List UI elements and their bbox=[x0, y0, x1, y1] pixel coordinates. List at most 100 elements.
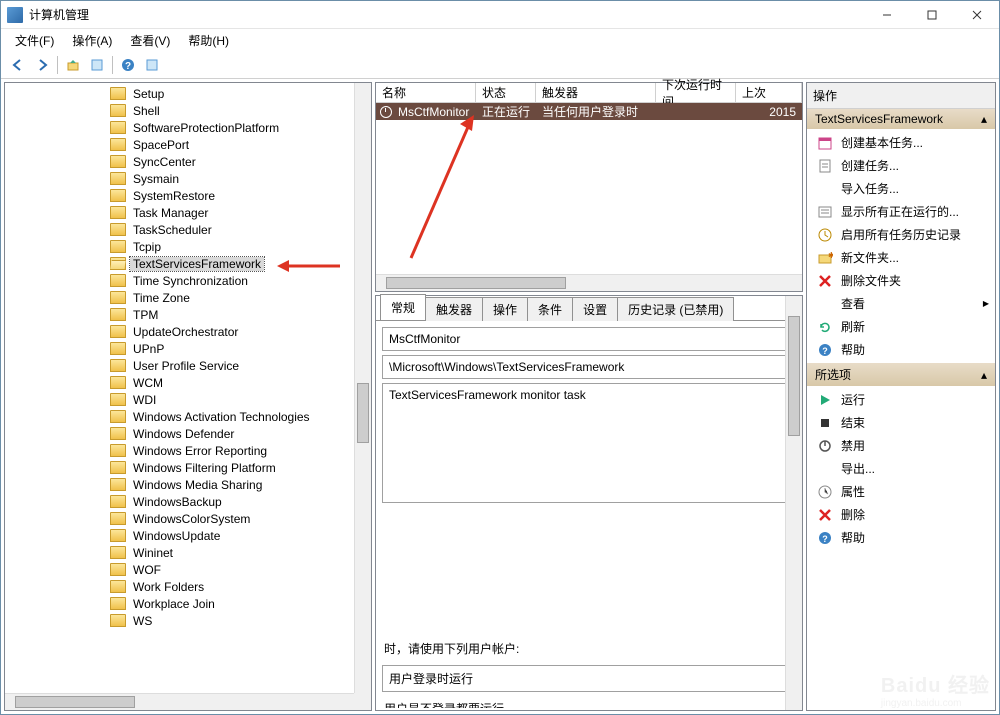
tree-item[interactable]: WCM bbox=[5, 374, 371, 391]
tree-label: WS bbox=[130, 614, 155, 628]
maximize-button[interactable] bbox=[909, 1, 954, 29]
menu-help[interactable]: 帮助(H) bbox=[180, 30, 237, 51]
action-item[interactable]: 启用所有任务历史记录 bbox=[807, 223, 995, 246]
tree-item[interactable]: Sysmain bbox=[5, 170, 371, 187]
tree-item[interactable]: Work Folders bbox=[5, 578, 371, 595]
back-button[interactable] bbox=[7, 54, 29, 76]
folder-icon bbox=[110, 478, 126, 491]
tree-item[interactable]: TaskScheduler bbox=[5, 221, 371, 238]
action-item[interactable]: 删除文件夹 bbox=[807, 269, 995, 292]
action-item[interactable]: 结束 bbox=[807, 411, 995, 434]
action-item[interactable]: 导入任务... bbox=[807, 177, 995, 200]
detail-scroll-v[interactable] bbox=[785, 296, 802, 710]
tree-label: Workplace Join bbox=[130, 597, 218, 611]
props-icon bbox=[817, 484, 833, 500]
tree-label: Wininet bbox=[130, 546, 176, 560]
menu-file[interactable]: 文件(F) bbox=[7, 30, 62, 51]
tree-item[interactable]: UPnP bbox=[5, 340, 371, 357]
menu-action[interactable]: 操作(A) bbox=[64, 30, 120, 51]
col-name[interactable]: 名称 bbox=[376, 83, 476, 102]
tree-item[interactable]: Tcpip bbox=[5, 238, 371, 255]
tree-item[interactable]: Workplace Join bbox=[5, 595, 371, 612]
action-label: 新文件夹... bbox=[841, 249, 899, 266]
tree-item[interactable]: Wininet bbox=[5, 544, 371, 561]
col-next[interactable]: 下次运行时间 bbox=[656, 83, 736, 102]
action-item[interactable]: 删除 bbox=[807, 503, 995, 526]
minimize-button[interactable] bbox=[864, 1, 909, 29]
action-section-2[interactable]: 所选项 ▴ bbox=[807, 363, 995, 386]
close-button[interactable] bbox=[954, 1, 999, 29]
tree-item[interactable]: User Profile Service bbox=[5, 357, 371, 374]
tree-label: SpacePort bbox=[130, 138, 192, 152]
tree-item[interactable]: TextServicesFramework bbox=[5, 255, 371, 272]
action-item[interactable]: 属性 bbox=[807, 480, 995, 503]
tree-item[interactable]: Task Manager bbox=[5, 204, 371, 221]
tab-conditions[interactable]: 条件 bbox=[527, 297, 573, 321]
action-item[interactable]: 运行 bbox=[807, 388, 995, 411]
svg-text:✱: ✱ bbox=[828, 251, 833, 260]
tree-item[interactable]: WOF bbox=[5, 561, 371, 578]
tab-triggers[interactable]: 触发器 bbox=[425, 297, 483, 321]
menu-view[interactable]: 查看(V) bbox=[122, 30, 178, 51]
tree-item[interactable]: SystemRestore bbox=[5, 187, 371, 204]
tree-item[interactable]: SpacePort bbox=[5, 136, 371, 153]
action-item[interactable]: 创建基本任务... bbox=[807, 131, 995, 154]
action-item[interactable]: 导出... bbox=[807, 457, 995, 480]
tree-scroll-h[interactable] bbox=[5, 693, 354, 710]
up-button[interactable] bbox=[62, 54, 84, 76]
tree-item[interactable]: UpdateOrchestrator bbox=[5, 323, 371, 340]
tree-item[interactable]: Windows Defender bbox=[5, 425, 371, 442]
tree-item[interactable]: Windows Filtering Platform bbox=[5, 459, 371, 476]
tree-label: Windows Defender bbox=[130, 427, 237, 441]
col-trigger[interactable]: 触发器 bbox=[536, 83, 656, 102]
tree-item[interactable]: WindowsBackup bbox=[5, 493, 371, 510]
tree-label: WCM bbox=[130, 376, 166, 390]
tree-item[interactable]: SyncCenter bbox=[5, 153, 371, 170]
col-status[interactable]: 状态 bbox=[476, 83, 536, 102]
properties-button[interactable] bbox=[86, 54, 108, 76]
tree-item[interactable]: Windows Media Sharing bbox=[5, 476, 371, 493]
action-item[interactable]: 查看▶ bbox=[807, 292, 995, 315]
help-icon: ? bbox=[817, 530, 833, 546]
col-last[interactable]: 上次 bbox=[736, 83, 802, 102]
tree-scroll-v[interactable] bbox=[354, 83, 371, 693]
tree-item[interactable]: WindowsColorSystem bbox=[5, 510, 371, 527]
action-item[interactable]: ?帮助 bbox=[807, 526, 995, 549]
tree-pane: SetupShell SoftwareProtectionPlatform Spac… bbox=[4, 82, 372, 711]
folder-icon bbox=[110, 359, 126, 372]
action-item[interactable]: ?帮助 bbox=[807, 338, 995, 361]
tree-item[interactable]: Shell bbox=[5, 102, 371, 119]
tree-item[interactable]: Windows Activation Technologies bbox=[5, 408, 371, 425]
folder-tree[interactable]: SetupShell SoftwareProtectionPlatform Spac… bbox=[5, 83, 371, 710]
content-area: SetupShell SoftwareProtectionPlatform Spac… bbox=[1, 79, 999, 714]
tree-item[interactable]: Setup bbox=[5, 85, 371, 102]
action-item[interactable]: ✱ 新文件夹... bbox=[807, 246, 995, 269]
tree-label: Windows Error Reporting bbox=[130, 444, 270, 458]
task-row[interactable]: MsCtfMonitor 正在运行 当任何用户登录时 2015 bbox=[376, 103, 802, 120]
action-section-1[interactable]: TextServicesFramework ▴ bbox=[807, 109, 995, 129]
action-item[interactable]: 创建任务... bbox=[807, 154, 995, 177]
action-item[interactable]: 显示所有正在运行的... bbox=[807, 200, 995, 223]
action-item[interactable]: 禁用 bbox=[807, 434, 995, 457]
tree-item[interactable]: WS bbox=[5, 612, 371, 629]
tree-item[interactable]: SoftwareProtectionPlatform bbox=[5, 119, 371, 136]
tree-item[interactable]: Windows Error Reporting bbox=[5, 442, 371, 459]
tree-item[interactable]: TPM bbox=[5, 306, 371, 323]
action-item[interactable]: 刷新 bbox=[807, 315, 995, 338]
tree-item[interactable]: WindowsUpdate bbox=[5, 527, 371, 544]
refresh-button[interactable] bbox=[141, 54, 163, 76]
tree-item[interactable]: Time Zone bbox=[5, 289, 371, 306]
tree-item[interactable]: Time Synchronization bbox=[5, 272, 371, 289]
tab-actions[interactable]: 操作 bbox=[482, 297, 528, 321]
tree-item[interactable]: WDI bbox=[5, 391, 371, 408]
tab-general[interactable]: 常规 bbox=[380, 294, 426, 320]
tab-history[interactable]: 历史记录 (已禁用) bbox=[617, 297, 734, 321]
folder-icon bbox=[110, 597, 126, 610]
tasklist-scroll-h[interactable] bbox=[376, 274, 802, 291]
tab-settings[interactable]: 设置 bbox=[572, 297, 618, 321]
folder-icon bbox=[110, 546, 126, 559]
forward-button[interactable] bbox=[31, 54, 53, 76]
tree-label: SoftwareProtectionPlatform bbox=[130, 121, 282, 135]
blank-icon bbox=[817, 461, 833, 477]
help-button[interactable]: ? bbox=[117, 54, 139, 76]
